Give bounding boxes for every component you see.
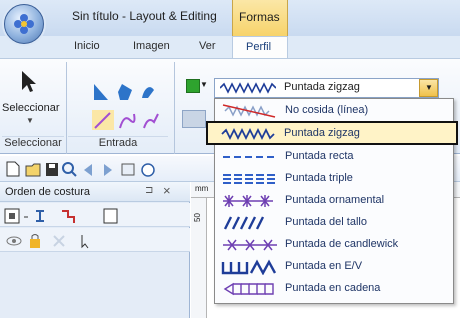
chevron-down-icon: ▼ bbox=[425, 83, 433, 92]
option-recta[interactable]: Puntada recta bbox=[215, 146, 453, 168]
context-tab-formas[interactable]: Formas bbox=[232, 0, 288, 36]
zigzag-stitch-icon bbox=[220, 82, 276, 94]
quick-toolbar-icons[interactable] bbox=[4, 160, 194, 178]
option-label: Puntada en cadena bbox=[285, 282, 381, 294]
option-label: Puntada recta bbox=[285, 150, 354, 162]
panel-tool-icons-1[interactable] bbox=[4, 207, 184, 225]
panel-tool-icons-2[interactable] bbox=[6, 232, 186, 250]
option-zigzag-selected[interactable]: Puntada zigzag bbox=[206, 121, 458, 145]
group-divider bbox=[174, 62, 175, 154]
stitch-type-value: Puntada zigzag bbox=[284, 81, 360, 93]
ruler-value: 50 bbox=[193, 213, 202, 222]
chain-stitch-icon bbox=[223, 282, 274, 296]
option-candlewick[interactable]: Puntada de candlewick bbox=[215, 234, 453, 256]
chevron-down-icon[interactable]: ▼ bbox=[200, 80, 208, 89]
option-label: Puntada del tallo bbox=[285, 216, 367, 228]
line-color-button-2[interactable] bbox=[182, 110, 206, 128]
close-icon[interactable]: × bbox=[163, 183, 171, 198]
shape-tools-row2[interactable] bbox=[92, 110, 172, 132]
option-no-cosida[interactable]: No cosida (línea) bbox=[215, 100, 453, 122]
select-button-label: Seleccionar bbox=[2, 102, 60, 114]
option-label: Puntada triple bbox=[285, 172, 353, 184]
option-ornamental[interactable]: Puntada ornamental bbox=[215, 190, 453, 212]
running-stitch-icon bbox=[223, 156, 275, 158]
ruler-unit: mm bbox=[195, 184, 209, 193]
ev-stitch-icon bbox=[221, 259, 277, 275]
tab-ver[interactable]: Ver bbox=[199, 40, 216, 52]
triple-stitch-icon bbox=[223, 174, 277, 184]
tab-imagen[interactable]: Imagen bbox=[133, 40, 170, 52]
option-triple[interactable]: Puntada triple bbox=[215, 168, 453, 190]
no-stitch-icon bbox=[222, 104, 276, 118]
group-divider bbox=[66, 62, 67, 154]
panel-title: Orden de costura bbox=[5, 186, 90, 198]
tab-perfil-label: Perfil bbox=[246, 41, 272, 53]
context-tab-label: Formas bbox=[239, 10, 280, 24]
chevron-down-icon: ▼ bbox=[26, 116, 34, 125]
tab-inicio[interactable]: Inicio bbox=[74, 40, 100, 52]
motif-stitch-icon bbox=[223, 195, 273, 207]
flower-logo-icon bbox=[14, 14, 34, 34]
option-label: Puntada de candlewick bbox=[285, 238, 399, 250]
zigzag-stitch-icon bbox=[221, 127, 275, 141]
line-color-swatch[interactable] bbox=[186, 79, 200, 93]
option-label: No cosida (línea) bbox=[285, 104, 369, 116]
vertical-ruler: 50 bbox=[191, 198, 207, 318]
window-title: Sin título - Layout & Editing bbox=[72, 9, 217, 23]
option-label: Puntada en E/V bbox=[285, 260, 363, 272]
combo-dropdown-button[interactable]: ▼ bbox=[419, 79, 438, 97]
option-label: Puntada ornamental bbox=[285, 194, 385, 206]
option-ev[interactable]: Puntada en E/V bbox=[215, 256, 453, 278]
ribbon-tab-strip bbox=[0, 36, 460, 58]
shape-tools-row1[interactable] bbox=[92, 80, 172, 102]
option-tallo[interactable]: Puntada del tallo bbox=[215, 212, 453, 234]
tab-perfil[interactable]: Perfil bbox=[232, 36, 288, 58]
option-cadena[interactable]: Puntada en cadena bbox=[215, 278, 453, 300]
option-label: Puntada zigzag bbox=[284, 127, 360, 139]
pointer-arrow-icon bbox=[22, 71, 36, 92]
group-label-seleccionar: Seleccionar bbox=[2, 136, 64, 152]
stem-stitch-icon bbox=[223, 216, 265, 230]
candlewick-stitch-icon bbox=[223, 239, 277, 251]
title-bar bbox=[0, 0, 460, 36]
group-label-entrada: Entrada bbox=[68, 136, 168, 152]
pin-icon[interactable]: ⊐ bbox=[145, 185, 153, 196]
